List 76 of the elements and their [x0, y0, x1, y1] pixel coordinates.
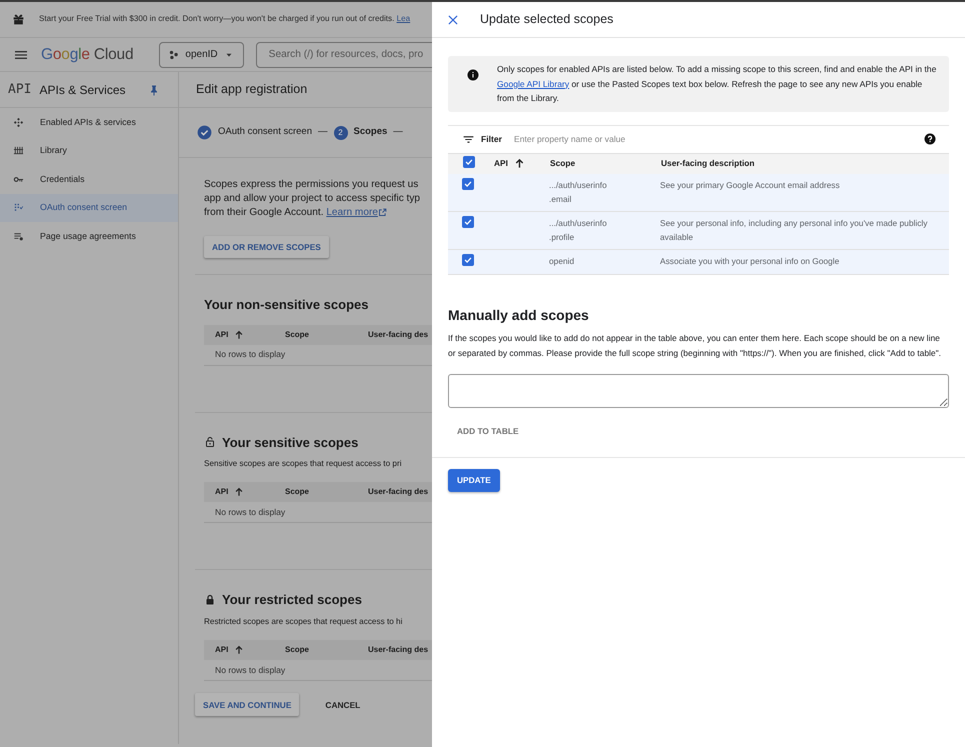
info-icon: [467, 69, 479, 81]
section-title: Manually add scopes: [448, 306, 590, 325]
column-header[interactable]: Scope: [285, 486, 368, 498]
check-icon: [463, 255, 473, 265]
help-icon[interactable]: [924, 133, 936, 145]
section-title: Your non-sensitive scopes: [204, 297, 368, 313]
sidebar-item[interactable]: OAuth consent screen: [0, 194, 178, 222]
lock-icon: [204, 436, 216, 448]
column-header[interactable]: User-facing des: [368, 328, 432, 341]
intro-text: Scopes express the permissions you request us app and allow your project to access specific typ from their Google Account. Learn more: [203, 178, 422, 220]
sort-arrow-icon: [234, 330, 244, 340]
column-header[interactable]: API: [215, 644, 285, 656]
project-picker[interactable]: openID: [159, 42, 244, 68]
api-logo: API: [8, 80, 32, 99]
panel-title: Update selected scopes: [480, 11, 614, 28]
sidebar-item[interactable]: Page usage agreements: [0, 222, 178, 250]
column-header[interactable]: User-facing des: [368, 486, 432, 498]
checkbox[interactable]: [463, 156, 475, 168]
api-icon: [13, 116, 24, 128]
section-title: Your sensitive scopes: [222, 434, 358, 450]
cancel-button[interactable]: CANCEL: [319, 693, 366, 716]
learn-more-link[interactable]: Learn more: [326, 207, 387, 218]
section-description: If the scopes you would like to add do not appear in the table above, you can enter them here. Each scope should be on a new line or separated by commas. Please provide the full scope string (beginning with "https://"). When you are finished, click "Add to table".: [448, 332, 942, 360]
column-header[interactable]: API: [215, 328, 285, 341]
save-button[interactable]: SAVE AND CONTINUE: [195, 693, 300, 716]
add-scopes-button[interactable]: ADD OR REMOVE SCOPES: [204, 236, 329, 258]
step-number: 2: [334, 126, 348, 140]
gift-icon: [12, 13, 25, 26]
table-cell: .../auth/userinfo .profile: [549, 218, 607, 242]
add-to-table-button[interactable]: ADD TO TABLE: [448, 421, 528, 441]
section-title: Your restricted scopes: [222, 592, 362, 608]
consent-icon: [13, 202, 24, 214]
column-header[interactable]: Scope: [285, 328, 368, 341]
sort-arrow-icon: [234, 487, 244, 498]
table-cell: openid: [549, 256, 574, 266]
column-header[interactable]: API: [215, 486, 285, 498]
check-icon: [463, 179, 473, 189]
learn-link[interactable]: Lea: [396, 14, 410, 24]
check-icon: [464, 157, 474, 168]
close-icon: [446, 12, 460, 26]
step-separator: —: [318, 125, 328, 140]
step-label[interactable]: OAuth consent screen: [218, 125, 312, 140]
scopes-text-area[interactable]: [448, 374, 949, 408]
checkbox[interactable]: [462, 178, 474, 190]
table-cell: Associate you with your personal info on Google: [660, 256, 840, 266]
lock-icon: [204, 594, 216, 606]
library-icon: [13, 145, 24, 156]
table-cell: .../auth/userinfo .email: [549, 180, 607, 204]
logo[interactable]: Google Cloud: [41, 42, 134, 66]
column-header[interactable]: User-facing des: [368, 644, 432, 656]
check-icon: [197, 125, 212, 140]
api-library-link[interactable]: Google API Library: [497, 78, 570, 88]
sidebar-item[interactable]: Credentials: [0, 165, 178, 194]
table-cell: See your personal info, including any personal info you've made publicly available: [660, 218, 928, 242]
sidebar-title: APIs & Services: [39, 82, 126, 98]
sort-arrow-icon: [234, 645, 244, 656]
sidebar-item[interactable]: Enabled APIs & services: [0, 108, 178, 136]
section-description: Restricted scopes are scopes that request access to hi: [204, 616, 404, 628]
check-icon: [463, 217, 473, 227]
table-cell: See your primary Google Account email address: [660, 180, 840, 190]
sort-arrow-icon: [514, 158, 525, 170]
sidebar-item[interactable]: Library: [0, 136, 178, 165]
external-link-icon: [378, 208, 387, 217]
project-icon: [169, 50, 180, 60]
agreement-icon: [13, 230, 24, 242]
step-label[interactable]: Scopes: [354, 125, 388, 140]
column-header[interactable]: Scope: [550, 157, 576, 170]
banner-text: Start your Free Trial with $300 in credit. Don't worry—you won't be charged if you run out of credits. Lea: [39, 13, 410, 26]
update-button[interactable]: UPDATE: [448, 468, 500, 492]
step-separator: —: [393, 125, 403, 140]
section-description: Sensitive scopes are scopes that request access to pri: [204, 458, 403, 470]
checkbox[interactable]: [462, 216, 474, 228]
checkbox[interactable]: [462, 254, 474, 266]
filter-label: Filter: [481, 132, 502, 146]
column-header[interactable]: Scope: [285, 644, 368, 656]
notice-text: Only scopes for enabled APIs are listed below. To add a missing scope to this screen, find and enable the API in the Google API Library or use the Pasted Scopes text box below. Refresh the page to see any new APIs you enable from the Library.: [497, 63, 937, 105]
